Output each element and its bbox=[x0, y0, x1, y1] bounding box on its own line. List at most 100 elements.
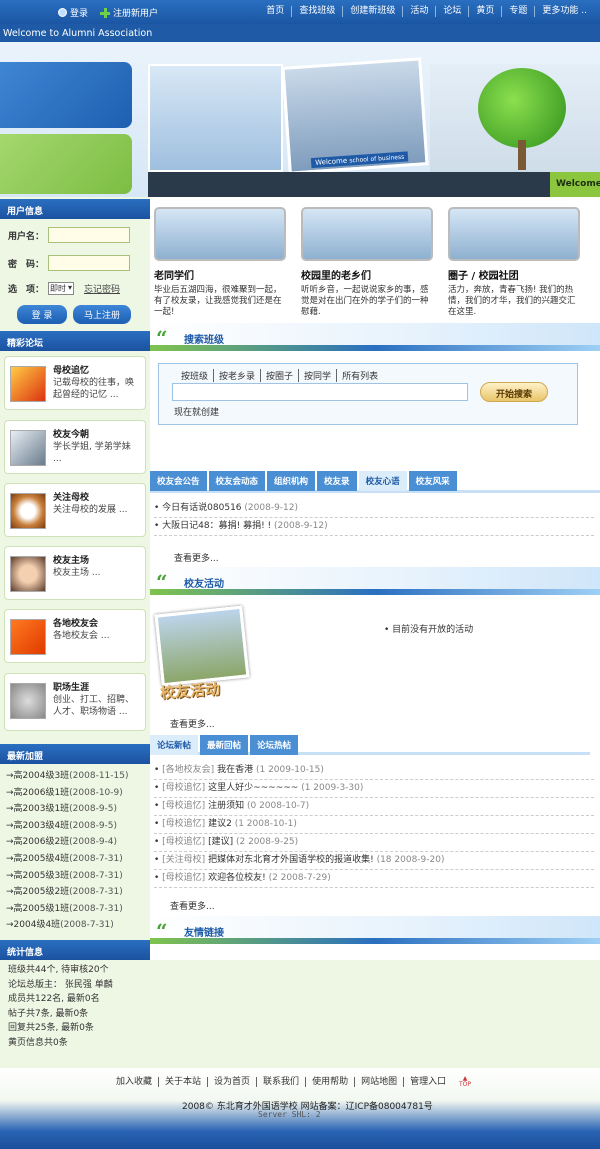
activity-photo bbox=[154, 605, 250, 687]
list-item[interactable]: →高2003级1班(2008-9-5) bbox=[6, 801, 129, 818]
footer-about[interactable]: 关于本站 bbox=[158, 1077, 207, 1087]
forum-item-memory[interactable]: 母校追忆 记载母校的往事，唤起曾经的记忆 ... bbox=[4, 356, 146, 410]
footer-contact[interactable]: 联系我们 bbox=[256, 1077, 305, 1087]
footer-sitemap[interactable]: 网站地图 bbox=[354, 1077, 403, 1087]
feature-old-classmates[interactable]: 老同学们 毕业后五湖四海，很难聚到一起，有了校友录，让我感觉我们还是在一起! bbox=[150, 197, 290, 317]
list-item[interactable]: →高2005级4班(2008-7-31) bbox=[6, 851, 129, 868]
activity-photo-text: 校友活动 bbox=[159, 679, 221, 703]
feature-circles[interactable]: 圈子 / 校园社团 活力，奔放，青春飞扬! 我们的热情，我们的才华，我们的兴趣交… bbox=[444, 197, 594, 317]
back-to-top-button[interactable]: ▲ TOP bbox=[459, 1076, 471, 1088]
nav-find-class[interactable]: 查找班级 bbox=[291, 6, 342, 17]
forum-item-local-associations[interactable]: 各地校友会 各地校友会 ... bbox=[4, 609, 146, 663]
nav-more[interactable]: 更多功能 .. bbox=[534, 6, 594, 17]
forum-item-desc: 各地校友会 ... bbox=[53, 631, 110, 641]
post-meta: (0 2008-10-7) bbox=[246, 801, 310, 811]
tab-organization[interactable]: 组织机构 bbox=[267, 471, 316, 491]
tab-alumni-thoughts[interactable]: 校友心语 bbox=[358, 471, 407, 491]
welcome-bar: Welcome to Alumni Association bbox=[0, 24, 600, 42]
forum-post[interactable]: • [母校追忆] 注册须知 (0 2008-10-7) bbox=[154, 798, 594, 816]
forum-post[interactable]: • [母校追忆] 这里人好少~~~~~~ (1 2009-3-30) bbox=[154, 780, 594, 798]
list-item[interactable]: →2004级4班(2008-7-31) bbox=[6, 917, 129, 934]
post-meta: (2 2008-7-29) bbox=[268, 873, 331, 883]
join-date: (2008-7-31) bbox=[69, 903, 123, 914]
list-item[interactable]: →高2005级2班(2008-7-31) bbox=[6, 884, 129, 901]
post-board: [母校追忆] bbox=[162, 873, 206, 883]
footer-admin[interactable]: 管理入口 bbox=[403, 1077, 452, 1087]
forum-more-link[interactable]: 查看更多... bbox=[170, 899, 215, 912]
forum-post[interactable]: • [母校追忆] 欢迎各位校友! (2 2008-7-29) bbox=[154, 870, 594, 888]
tab-hot-posts[interactable]: 论坛热帖 bbox=[250, 735, 299, 755]
feature-hometown[interactable]: 校园里的老乡们 听听乡音，一起说说家乡的事，感觉是对在出门在外的学子们的一种慰藉… bbox=[297, 197, 437, 317]
mouse-icon bbox=[10, 683, 46, 719]
post-meta: (2 2008-9-25) bbox=[235, 837, 299, 847]
create-now-link[interactable]: 现在就创建 bbox=[174, 405, 219, 418]
news-item[interactable]: • 今日有话说080516 (2008-9-12) bbox=[154, 500, 594, 518]
banner-students-photo bbox=[148, 64, 283, 172]
list-item[interactable]: →高2005级3班(2008-7-31) bbox=[6, 868, 129, 885]
login-button[interactable]: 登 录 bbox=[17, 305, 67, 324]
class-name: →高2006级1班 bbox=[6, 787, 70, 798]
post-title: 我在香港 bbox=[217, 765, 254, 775]
forum-item-alumni-home[interactable]: 校友主场 校友主场 ... bbox=[4, 546, 146, 600]
tab-by-classmate[interactable]: 按同学 bbox=[298, 369, 336, 382]
news-item[interactable]: • 大阪日记48：募捐! 募捐! ! (2008-9-12) bbox=[154, 518, 594, 536]
list-item[interactable]: →高2006级2班(2008-9-4) bbox=[6, 834, 129, 851]
post-meta: (1 2008-10-1) bbox=[234, 819, 297, 829]
password-input[interactable] bbox=[48, 255, 130, 271]
login-label: 登录 bbox=[70, 9, 89, 19]
nav-home[interactable]: 首页 bbox=[259, 6, 291, 17]
forum-item-title: 校友今朝 bbox=[53, 430, 90, 440]
nav-yellowpages[interactable]: 黄页 bbox=[468, 6, 501, 17]
forum-post[interactable]: • [母校追忆] 建议2 (1 2008-10-1) bbox=[154, 816, 594, 834]
nav-create-class[interactable]: 创建新班级 bbox=[342, 6, 402, 17]
tab-all-list[interactable]: 所有列表 bbox=[336, 369, 383, 382]
tab-alumni-style[interactable]: 校友风采 bbox=[408, 471, 457, 491]
register-link[interactable]: 注册新用户 bbox=[100, 6, 158, 19]
stat-item: 论坛总版主： 张民强 单麟 bbox=[8, 979, 113, 990]
news-more-link[interactable]: 查看更多... bbox=[174, 551, 219, 564]
news-title: 大阪日记48：募捐! 募捐! ! bbox=[162, 521, 272, 531]
footer-bookmark[interactable]: 加入收藏 bbox=[110, 1077, 158, 1087]
login-link[interactable]: 登录 bbox=[58, 6, 88, 19]
tab-by-class[interactable]: 按班级 bbox=[176, 369, 213, 382]
footer-help[interactable]: 使用帮助 bbox=[305, 1077, 354, 1087]
join-date: (2008-7-31) bbox=[69, 887, 123, 898]
latest-join-header: 最新加盟 bbox=[0, 744, 150, 764]
login-option-select[interactable]: 即时 ▾ bbox=[48, 282, 75, 295]
tab-new-posts[interactable]: 论坛新帖 bbox=[150, 735, 199, 755]
list-item[interactable]: →高2004级3班(2008-11-15) bbox=[6, 768, 129, 785]
tab-announcements[interactable]: 校友会公告 bbox=[150, 471, 207, 491]
banner-bottom-strip bbox=[148, 172, 600, 197]
forum-item-alumni-today[interactable]: 校友今朝 学长学姐, 学弟学妹 ... bbox=[4, 420, 146, 474]
tab-news[interactable]: 校友会动态 bbox=[208, 471, 266, 491]
class-name: →高2005级1班 bbox=[6, 903, 70, 914]
user-info-header: 用户信息 bbox=[0, 199, 150, 219]
forum-post[interactable]: • [母校追忆] [建议] (2 2008-9-25) bbox=[154, 834, 594, 852]
forum-item-career[interactable]: 职场生涯 创业、打工、招聘、人才、职场物语 ... bbox=[4, 673, 146, 731]
stat-item: 回复共25条, 最新0条 bbox=[8, 1023, 94, 1034]
nav-forum[interactable]: 论坛 bbox=[435, 6, 468, 17]
list-item[interactable]: →高2003级4班(2008-9-5) bbox=[6, 818, 129, 835]
footer-set-home[interactable]: 设为首页 bbox=[207, 1077, 256, 1087]
nav-topics[interactable]: 专题 bbox=[501, 6, 534, 17]
forum-item-desc: 记载母校的往事，唤起曾经的记忆 ... bbox=[53, 378, 135, 400]
footer-links: 加入收藏 关于本站 设为首页 联系我们 使用帮助 网站地图 管理入口 bbox=[110, 1077, 452, 1087]
start-search-button[interactable]: 开始搜索 bbox=[480, 382, 548, 402]
activity-more-link[interactable]: 查看更多... bbox=[170, 717, 215, 730]
list-item[interactable]: →高2006级1班(2008-10-9) bbox=[6, 785, 129, 802]
forgot-password-link[interactable]: 忘记密码 bbox=[84, 282, 120, 295]
list-item[interactable]: →高2005级1班(2008-7-31) bbox=[6, 901, 129, 918]
tab-by-circle[interactable]: 按圈子 bbox=[260, 369, 298, 382]
search-input[interactable] bbox=[172, 383, 468, 401]
register-button[interactable]: 马上注册 bbox=[73, 305, 131, 324]
tab-by-hometown[interactable]: 按老乡录 bbox=[213, 369, 260, 382]
forum-post[interactable]: • [关注母校] 把媒体对东北育才外国语学校的报道收集! (18 2008-9-… bbox=[154, 852, 594, 870]
nav-activity[interactable]: 活动 bbox=[402, 6, 435, 17]
forum-post[interactable]: • [各地校友会] 我在香港 (1 2009-10-15) bbox=[154, 762, 594, 780]
search-tabs: 按班级 按老乡录 按圈子 按同学 所有列表 bbox=[176, 369, 383, 382]
tab-alumni-list[interactable]: 校友录 bbox=[317, 471, 357, 491]
tab-new-replies[interactable]: 最新回帖 bbox=[200, 735, 249, 755]
username-input[interactable] bbox=[48, 227, 130, 243]
forum-item-follow-school[interactable]: 关注母校 关注母校的发展 ... bbox=[4, 483, 146, 537]
post-board: [各地校友会] bbox=[162, 765, 215, 775]
